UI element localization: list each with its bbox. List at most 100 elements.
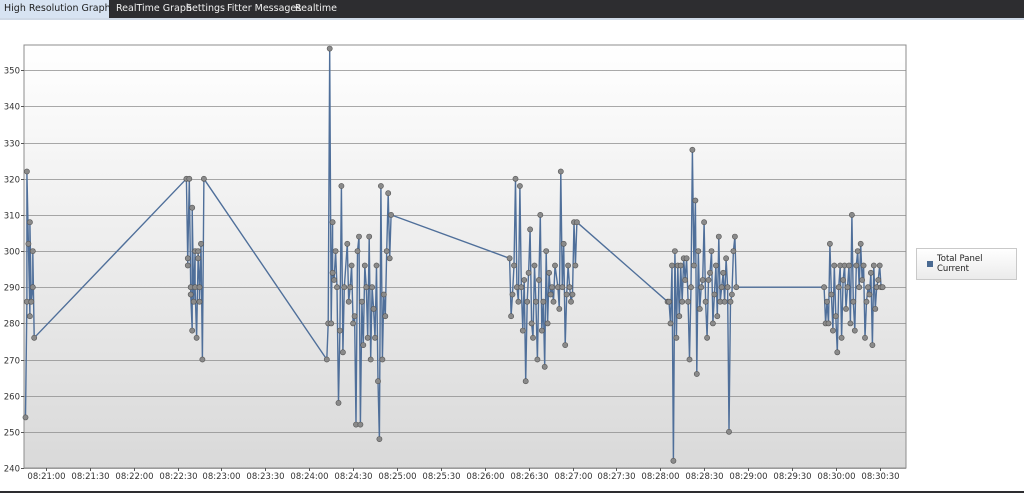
data-point xyxy=(850,298,857,305)
data-point xyxy=(373,262,380,269)
data-point xyxy=(386,255,393,262)
tab-label: High Resolution Graph xyxy=(4,3,111,14)
x-tick-label: 08:23:30 xyxy=(246,472,284,482)
data-point xyxy=(854,248,861,254)
y-tick-label: 320 xyxy=(4,176,20,186)
data-point xyxy=(730,248,737,254)
y-tick-label: 280 xyxy=(4,320,20,330)
data-point xyxy=(328,320,335,327)
data-point xyxy=(860,262,867,269)
x-tick-label: 08:22:00 xyxy=(115,472,153,482)
tab-realtime[interactable]: Realtime xyxy=(291,0,341,18)
data-point xyxy=(859,277,865,283)
data-point xyxy=(666,298,672,305)
data-point xyxy=(695,248,702,254)
tab-bar: High Resolution Graph × RealTime Graph Se… xyxy=(0,0,1024,18)
data-point xyxy=(707,269,713,276)
data-point xyxy=(331,277,337,283)
data-point xyxy=(534,356,541,363)
data-point xyxy=(29,284,36,291)
data-point xyxy=(537,211,544,218)
data-point xyxy=(847,320,854,327)
data-point xyxy=(517,183,523,189)
data-point xyxy=(382,313,389,320)
data-point xyxy=(869,342,876,348)
data-point xyxy=(682,277,688,283)
plot-area xyxy=(23,44,907,469)
data-point xyxy=(549,284,555,291)
data-point xyxy=(677,262,684,269)
data-point xyxy=(569,291,576,298)
data-point xyxy=(876,262,883,269)
tab-label: Settings xyxy=(186,3,225,14)
data-point xyxy=(691,262,697,269)
data-point xyxy=(186,175,193,182)
data-point xyxy=(196,298,203,305)
data-point xyxy=(865,284,871,291)
data-point xyxy=(834,349,841,356)
data-point xyxy=(344,240,351,247)
data-point xyxy=(536,277,542,283)
data-point xyxy=(22,414,29,421)
y-tick-label: 260 xyxy=(4,393,20,403)
data-point xyxy=(559,284,566,291)
data-point xyxy=(672,248,678,254)
data-point xyxy=(506,255,513,262)
data-point xyxy=(379,356,386,363)
data-point xyxy=(689,146,696,153)
data-point xyxy=(533,298,539,305)
data-point xyxy=(193,334,200,341)
data-point xyxy=(361,262,368,269)
data-point xyxy=(727,298,734,305)
tab-high-resolution-graph[interactable]: High Resolution Graph × xyxy=(0,0,124,18)
data-point xyxy=(556,305,563,312)
data-point xyxy=(696,305,703,312)
data-point xyxy=(335,399,342,406)
data-point xyxy=(25,240,32,247)
data-point xyxy=(862,334,868,341)
data-point xyxy=(372,334,378,341)
y-tick-label: 270 xyxy=(4,357,20,367)
data-point xyxy=(692,197,699,204)
data-point xyxy=(358,298,365,305)
x-tick-label: 08:26:00 xyxy=(466,472,504,482)
data-point xyxy=(199,356,206,363)
data-point xyxy=(522,378,529,385)
data-point xyxy=(683,255,690,262)
data-point xyxy=(688,284,694,291)
data-point xyxy=(196,284,203,291)
data-point xyxy=(388,211,394,218)
data-point xyxy=(341,284,348,291)
data-point xyxy=(849,211,855,218)
data-point xyxy=(550,298,557,305)
data-point xyxy=(323,356,330,363)
x-tick-label: 08:28:00 xyxy=(641,472,679,482)
data-point xyxy=(875,277,882,283)
data-point xyxy=(525,269,532,276)
data-point xyxy=(711,291,718,298)
x-tick-label: 08:28:30 xyxy=(685,472,723,482)
y-tick-label: 250 xyxy=(4,429,20,439)
data-point xyxy=(377,183,384,189)
data-point xyxy=(701,219,707,226)
data-point xyxy=(679,298,686,305)
data-point xyxy=(708,248,715,254)
data-point xyxy=(562,342,569,348)
y-tick-label: 350 xyxy=(4,67,20,77)
y-tick-label: 340 xyxy=(4,103,20,113)
data-point xyxy=(566,284,573,291)
data-point xyxy=(512,175,519,182)
x-tick-label: 08:21:00 xyxy=(27,472,65,482)
data-point xyxy=(530,334,536,341)
data-point xyxy=(26,313,33,320)
data-point xyxy=(348,262,355,269)
data-point xyxy=(521,277,528,283)
data-point xyxy=(190,298,197,305)
data-point xyxy=(336,327,343,334)
tab-settings[interactable]: Settings xyxy=(182,0,229,18)
data-point xyxy=(26,219,33,226)
data-point xyxy=(509,291,516,298)
data-point xyxy=(28,298,35,305)
data-point xyxy=(832,313,839,320)
data-point xyxy=(360,342,367,348)
